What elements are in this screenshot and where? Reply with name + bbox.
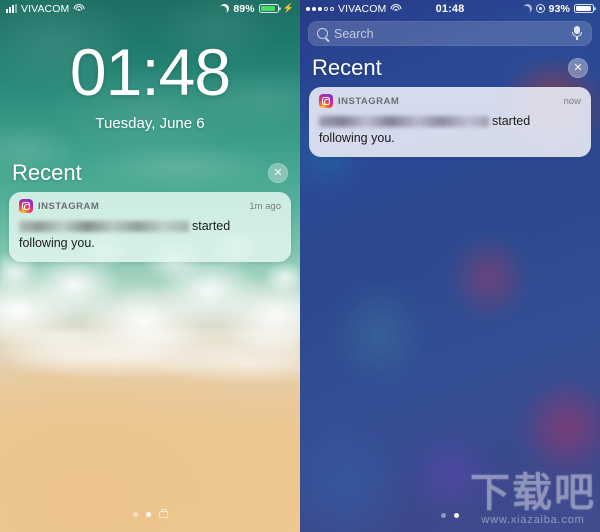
battery-charging-icon	[258, 3, 279, 14]
close-circle-icon[interactable]: ✕	[568, 58, 588, 78]
lightning-bolt-icon: ⚡	[282, 3, 294, 13]
close-circle-icon[interactable]: ✕	[268, 163, 288, 183]
notification-header: Recent ✕	[309, 55, 591, 87]
signal-bars-icon	[6, 4, 17, 13]
notification-header: Recent ✕	[9, 160, 291, 192]
notification-card-header: INSTAGRAM 1m ago	[19, 199, 281, 213]
moon-do-not-disturb-icon	[521, 3, 533, 15]
notification-text-suffix: started	[492, 114, 531, 128]
instagram-icon	[319, 94, 333, 108]
clock-time: 01:48	[69, 35, 231, 109]
notification-body: started following you.	[319, 113, 581, 148]
notification-section-left: Recent ✕ INSTAGRAM 1m ago started follow…	[0, 160, 300, 262]
signal-dots-icon	[306, 6, 334, 11]
rotation-lock-icon	[535, 4, 545, 13]
page-dot-2[interactable]	[145, 512, 151, 517]
notification-text-line2: following you.	[319, 131, 395, 146]
lock-clock: 01:48 Tuesday, June 6	[0, 39, 300, 132]
page-dot-1[interactable]	[132, 512, 138, 517]
notification-body: started following you.	[19, 218, 281, 253]
notification-timestamp: now	[563, 95, 581, 107]
page-dot-1[interactable]	[441, 513, 446, 518]
redacted-sender-name	[19, 221, 189, 233]
battery-icon	[574, 3, 594, 14]
app-name-label: INSTAGRAM	[338, 95, 400, 107]
page-indicator-left	[0, 509, 300, 518]
camera-icon[interactable]	[158, 509, 168, 518]
clock-date: Tuesday, June 6	[95, 115, 205, 132]
status-bar-right: VIVACOM 01:48 93%	[300, 0, 600, 17]
page-dot-2[interactable]	[454, 513, 459, 518]
notification-card-header: INSTAGRAM now	[319, 94, 581, 108]
search-icon	[317, 28, 328, 39]
lock-screen-panel: VIVACOM 89% ⚡ 01:48 Tuesday, June 6 Rece…	[0, 0, 300, 532]
instagram-icon	[19, 199, 33, 213]
notification-section-right: Recent ✕ INSTAGRAM now started following…	[300, 55, 600, 157]
carrier-label: VIVACOM	[338, 2, 387, 15]
notification-text-line2: following you.	[19, 236, 95, 251]
search-input[interactable]: Search	[308, 21, 592, 46]
search-placeholder: Search	[334, 26, 374, 41]
moon-do-not-disturb-icon	[219, 3, 231, 15]
search-container: Search	[300, 17, 600, 55]
carrier-label: VIVACOM	[21, 2, 70, 15]
notification-card[interactable]: INSTAGRAM 1m ago started following you.	[9, 192, 291, 262]
page-indicator-right	[300, 513, 600, 518]
notification-text-suffix: started	[192, 219, 231, 233]
notification-timestamp: 1m ago	[249, 200, 281, 212]
section-title: Recent	[312, 55, 382, 80]
notification-center-panel: VIVACOM 01:48 93% Search Recent ✕ INSTAG…	[300, 0, 600, 532]
redacted-sender-name	[319, 116, 489, 128]
status-bar-left: VIVACOM 89% ⚡	[0, 0, 300, 17]
microphone-icon[interactable]	[571, 26, 583, 41]
battery-percent-label: 93%	[548, 2, 570, 15]
screenshot-root: VIVACOM 89% ⚡ 01:48 Tuesday, June 6 Rece…	[0, 0, 600, 532]
notification-card[interactable]: INSTAGRAM now started following you.	[309, 87, 591, 157]
section-title: Recent	[12, 160, 82, 185]
battery-percent-label: 89%	[233, 2, 255, 15]
app-name-label: INSTAGRAM	[38, 200, 100, 212]
wifi-icon	[73, 4, 85, 13]
wifi-icon	[390, 4, 402, 13]
